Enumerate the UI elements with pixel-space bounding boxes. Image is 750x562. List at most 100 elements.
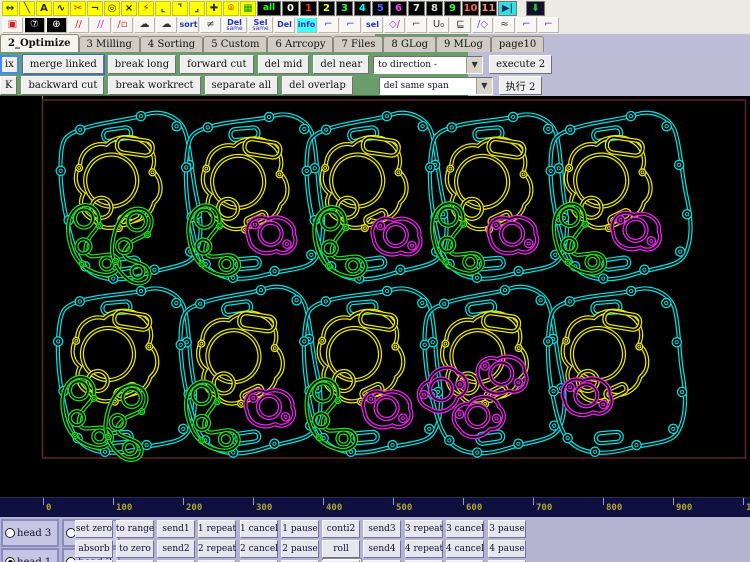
cylinder-head-gasket[interactable]	[311, 303, 415, 412]
corner-icon[interactable]: ⌐	[406, 17, 427, 33]
layer-8-button[interactable]: 8	[426, 1, 443, 16]
3-repeat-button[interactable]: 3 repeat	[405, 520, 443, 538]
absorb-button[interactable]: absorb	[75, 540, 113, 558]
forward-cut-button[interactable]: forward cut	[180, 55, 253, 74]
radio-icon[interactable]	[5, 557, 15, 562]
merge-linked-button[interactable]: merge linked	[23, 55, 104, 74]
send2-button[interactable]: send2	[157, 540, 195, 558]
all-layers-button[interactable]: all	[257, 1, 281, 16]
cylinder-head-gasket[interactable]	[190, 304, 295, 414]
k-button-clipped[interactable]: K	[0, 76, 17, 95]
sort-button[interactable]: sort	[178, 17, 199, 33]
double-slash-icon-1[interactable]: //	[68, 17, 89, 33]
slash-equal-icon[interactable]: ≠	[200, 17, 221, 33]
break-workrect-button[interactable]: break workrect	[108, 76, 200, 95]
text-icon[interactable]: A	[36, 1, 52, 16]
conti2-button[interactable]: conti2	[322, 520, 360, 538]
1-pause-button[interactable]: 1 pause	[281, 520, 319, 538]
layer-1-button[interactable]: 1	[300, 1, 317, 16]
sel-button[interactable]: sel	[362, 17, 383, 33]
separate-all-button[interactable]: separate all	[205, 76, 279, 95]
backward-cut-button[interactable]: backward cut	[21, 76, 104, 95]
bracket-gasket-green[interactable]	[305, 202, 368, 286]
link-corner-icon-3[interactable]: ⌟	[189, 1, 205, 16]
info-button[interactable]: info	[296, 17, 317, 33]
3-cancel-button[interactable]: 3 cancel	[446, 520, 484, 538]
sel-same-button[interactable]: Selsame	[248, 17, 273, 33]
center-circle-icon[interactable]: ◎	[104, 1, 120, 16]
u-zero-icon[interactable]: U₀	[428, 17, 449, 33]
tab-5-custom[interactable]: 5 Custom	[203, 36, 267, 52]
2-repeat-button[interactable]: 2 repeat	[198, 540, 236, 558]
send4-button[interactable]: send4	[363, 540, 401, 558]
cad-canvas-area[interactable]: 01002003004005006007008009001000	[0, 96, 750, 517]
percent-block-icon[interactable]: ▣	[2, 17, 23, 33]
matrix-button-clipped[interactable]: ix	[0, 55, 19, 74]
cad-drawing[interactable]	[0, 96, 750, 462]
part-cluster-8[interactable]	[290, 282, 447, 460]
del-same-span-dropdown[interactable]: del same span ▼	[379, 77, 493, 95]
corner-down-icon-1[interactable]: ⌐	[516, 17, 537, 33]
cloud-icon-2[interactable]: ☁	[156, 17, 177, 33]
port-gasket-magenta[interactable]	[243, 212, 299, 259]
layer-11-button[interactable]: 11	[480, 1, 497, 16]
target-icon[interactable]: ⊕	[46, 17, 67, 33]
tab-2-optimize[interactable]: 2_Optimize	[0, 34, 79, 52]
3-pause-button[interactable]: 3 pause	[488, 520, 526, 538]
execute-2-cn-button[interactable]: 执行 2	[499, 76, 543, 95]
send1-button[interactable]: send1	[157, 520, 195, 538]
layer-3-button[interactable]: 3	[336, 1, 353, 16]
grid-green-icon[interactable]: ▦	[240, 1, 256, 16]
to-direction-dropdown[interactable]: to direction - ▼	[373, 56, 483, 74]
1-cancel-button[interactable]: 1 cancel	[240, 520, 278, 538]
line-icon[interactable]: ╲	[19, 1, 35, 16]
4-repeat-button[interactable]: 4 repeat	[405, 540, 443, 558]
roll-button[interactable]: roll	[322, 540, 360, 558]
2-cancel-button[interactable]: 2 cancel	[240, 540, 278, 558]
part-cluster-6[interactable]	[46, 282, 202, 462]
tab-7-files[interactable]: 7 Files	[333, 36, 383, 52]
corner-blue-icon-2[interactable]: ⌐	[340, 17, 361, 33]
to-zero-button[interactable]: to zero	[116, 540, 154, 558]
slash-dots-icon-2[interactable]: /◇	[472, 17, 493, 33]
head-radio-head-3[interactable]: head 3	[1, 519, 59, 547]
seven-circle-icon[interactable]: ⑦	[24, 17, 45, 33]
slash-squares-icon[interactable]: /▫	[112, 17, 133, 33]
scissors-icon[interactable]: ✂	[70, 1, 86, 16]
link-corner-icon-2[interactable]: ⌝	[172, 1, 188, 16]
tab-8-glog[interactable]: 8 GLog	[383, 36, 436, 52]
break-long-button[interactable]: break long	[108, 55, 176, 74]
execute-2-button[interactable]: execute 2	[489, 55, 552, 74]
layer-6-button[interactable]: 6	[390, 1, 407, 16]
port-gasket-magenta[interactable]	[608, 207, 665, 256]
corner-blue-icon-1[interactable]: ⌐	[318, 17, 339, 33]
tab-page10[interactable]: page10	[491, 36, 544, 52]
cylinder-head-gasket[interactable]	[555, 303, 659, 412]
break-line-icon[interactable]: ⚡	[138, 1, 154, 16]
link-corner-icon-1[interactable]: ⌞	[155, 1, 171, 16]
fit-width-icon[interactable]: ↔	[2, 1, 18, 16]
port-gasket-magenta[interactable]	[368, 213, 424, 260]
double-slash-icon-2[interactable]: //	[90, 17, 111, 33]
layer-7-button[interactable]: 7	[408, 1, 425, 16]
tab-6-arrcopy[interactable]: 6 Arrcopy	[267, 36, 333, 52]
del-mid-button[interactable]: del mid	[258, 55, 310, 74]
port-gasket-magenta[interactable]	[359, 386, 415, 433]
layer-4-button[interactable]: 4	[354, 1, 371, 16]
dropdown-arrow-icon[interactable]: ▼	[476, 78, 492, 94]
slash-dots-icon-1[interactable]: ◇/	[384, 17, 405, 33]
2-pause-button[interactable]: 2 pause	[281, 540, 319, 558]
to-range-button[interactable]: to range	[116, 520, 154, 538]
link-orange-icon[interactable]: ⌾	[223, 1, 239, 16]
cylinder-head-gasket[interactable]	[313, 129, 418, 239]
delete-x-icon[interactable]: ×	[121, 1, 137, 16]
polyline-icon[interactable]: ¬	[87, 1, 103, 16]
radio-icon[interactable]	[5, 528, 15, 538]
1-repeat-button[interactable]: 1 repeat	[198, 520, 236, 538]
del-near-button[interactable]: del near	[313, 55, 369, 74]
layer-0-button[interactable]: 0	[282, 1, 299, 16]
cloud-icon-1[interactable]: ☁	[134, 17, 155, 33]
del-same-button[interactable]: Delsame	[222, 17, 247, 33]
layer-2-button[interactable]: 2	[318, 1, 335, 16]
download-arrow-button[interactable]: ⬇	[526, 1, 545, 16]
